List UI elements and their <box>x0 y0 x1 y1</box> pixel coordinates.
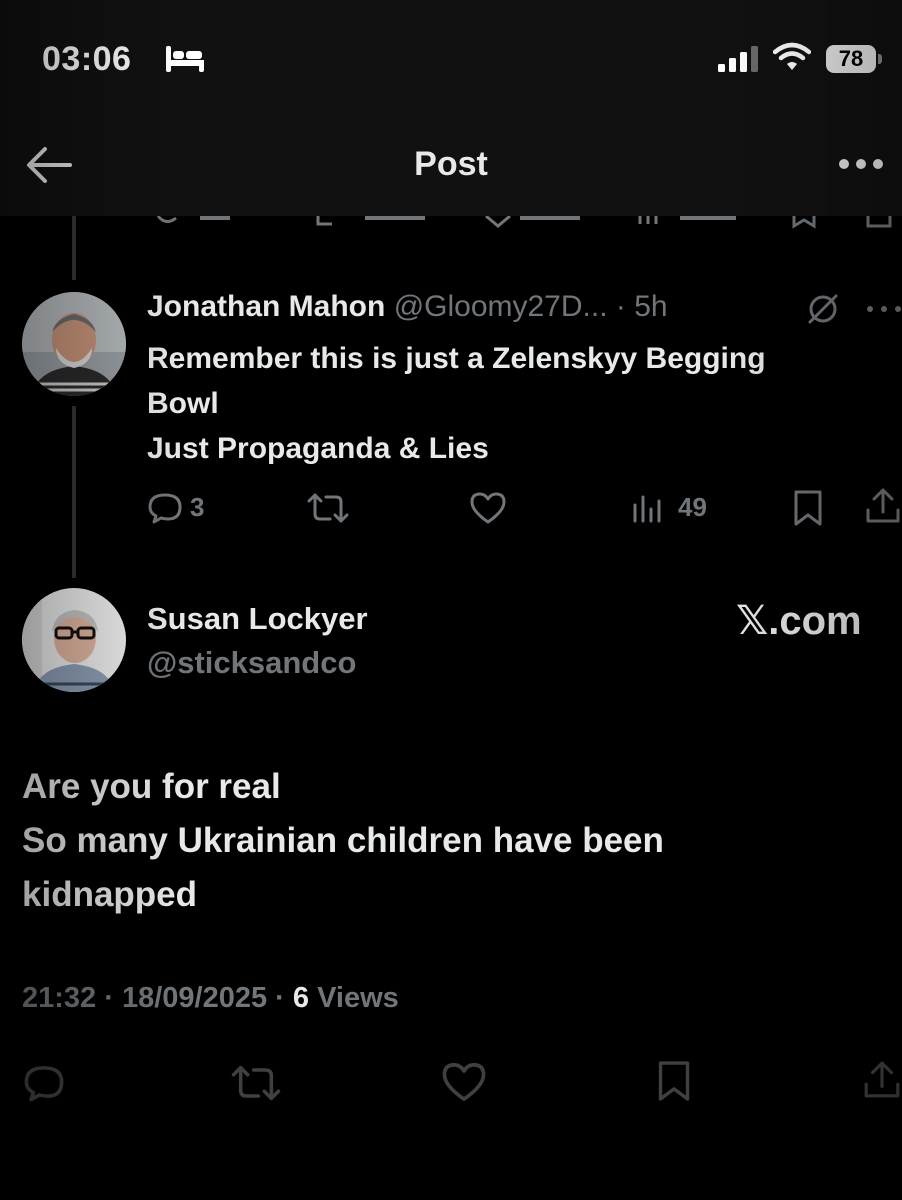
views-label[interactable]: Views <box>317 982 399 1014</box>
like-button[interactable] <box>470 492 506 524</box>
views-button[interactable]: 49 <box>632 492 707 523</box>
reply-text-line: Just Propaganda & Lies <box>147 432 489 465</box>
post-text-line: So many Ukrainian children have been <box>22 821 664 860</box>
heart-icon <box>442 1063 486 1101</box>
reply-icon <box>24 1066 64 1102</box>
post-meta: 21:32 · 18/09/2025 · 6 Views <box>22 982 399 1014</box>
avatar[interactable] <box>22 292 126 396</box>
battery-tip <box>878 54 882 64</box>
reply-button[interactable] <box>22 1062 66 1102</box>
reply-author-line: Jonathan Mahon @Gloomy27D... · 5h <box>147 290 668 323</box>
author-handle[interactable]: @sticksandco <box>147 645 356 681</box>
bookmark-button[interactable] <box>656 1058 692 1104</box>
heart-icon <box>470 492 506 524</box>
like-button[interactable] <box>442 1062 486 1102</box>
author-name[interactable]: Jonathan Mahon <box>147 290 385 323</box>
previous-post-actions <box>150 214 902 230</box>
author-name[interactable]: Susan Lockyer <box>147 601 368 637</box>
repost-button[interactable] <box>306 492 350 524</box>
repost-button[interactable] <box>230 1064 282 1102</box>
post-more-icon[interactable] <box>866 305 902 313</box>
post-time: 21:32 <box>22 982 97 1014</box>
views-count: 49 <box>678 492 707 522</box>
post-text-line: kidnapped <box>22 875 198 914</box>
repost-icon <box>231 1065 281 1101</box>
bookmark-button[interactable] <box>792 490 824 526</box>
reply-text-line: Remember this is just a Zelenskyy Beggin… <box>147 342 766 375</box>
more-icon[interactable] <box>838 158 884 170</box>
avatar[interactable] <box>22 588 126 692</box>
status-time: 03:06 <box>42 40 132 78</box>
page-title: Post <box>414 145 488 183</box>
share-icon <box>866 488 900 523</box>
reply-text: Remember this is just a Zelenskyy Beggin… <box>147 336 887 471</box>
thread-line-top <box>72 216 76 280</box>
post-date: 18/09/2025 <box>121 982 268 1014</box>
bookmark-icon <box>658 1061 690 1101</box>
author-handle[interactable]: @Gloomy27D... <box>394 290 608 323</box>
post-time[interactable]: 5h <box>634 290 667 323</box>
reply-text-line: Bowl <box>147 387 219 420</box>
reply-button[interactable]: 3 <box>148 490 204 524</box>
grok-icon[interactable] <box>806 292 840 326</box>
bookmark-icon <box>794 490 822 526</box>
signal-icon <box>718 46 760 72</box>
reply-icon <box>148 493 182 524</box>
thread-line-bottom <box>72 406 76 578</box>
share-icon <box>864 1061 900 1098</box>
wifi-icon <box>773 42 811 72</box>
share-button[interactable] <box>864 488 902 524</box>
reply-count: 3 <box>190 491 205 522</box>
views-count: 6 <box>292 982 310 1014</box>
post-text: Are you for real So many Ukrainian child… <box>22 760 882 922</box>
post-text-line: Are you for real <box>22 767 281 806</box>
x-watermark: 𝕏.com <box>736 599 862 643</box>
battery-icon: 78 <box>826 45 876 73</box>
analytics-icon <box>633 495 661 522</box>
repost-icon <box>307 493 349 523</box>
share-button[interactable] <box>862 1058 902 1102</box>
bed-icon <box>166 46 204 72</box>
